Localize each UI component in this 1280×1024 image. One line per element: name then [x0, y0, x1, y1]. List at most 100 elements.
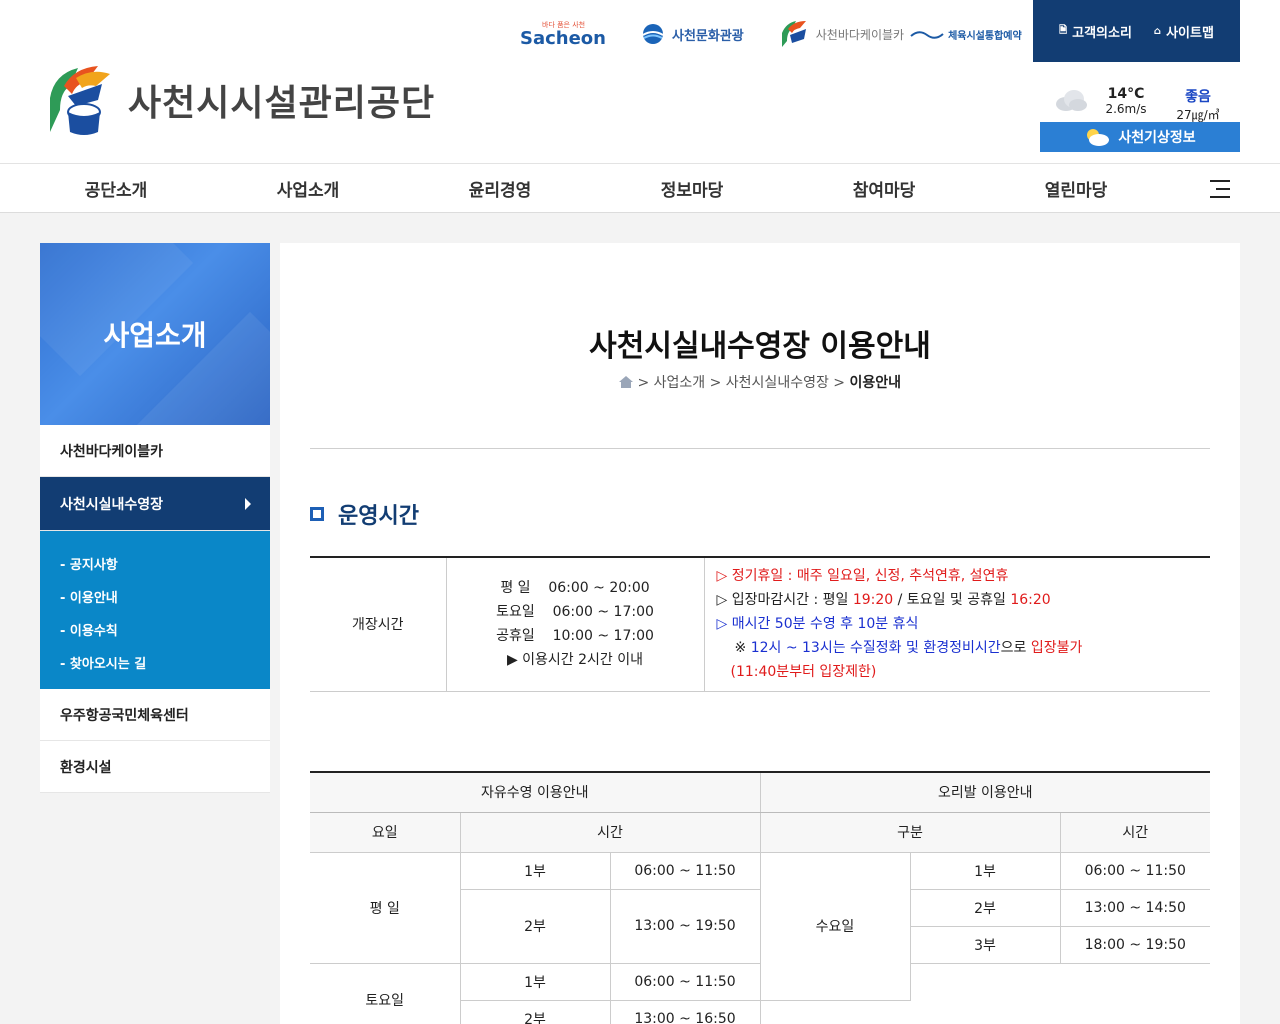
breadcrumb-pool[interactable]: 사천시실내수영장: [726, 375, 829, 391]
side-item-pool[interactable]: 사천시실내수영장: [40, 477, 270, 531]
cell-time: 13:00 ~ 14:50: [1060, 889, 1210, 927]
caret-right-icon: [245, 497, 251, 510]
note-text: ※: [734, 640, 751, 657]
gnb-item-info[interactable]: 정보마당: [596, 164, 788, 212]
home-icon[interactable]: [618, 376, 633, 388]
gnb-item-open[interactable]: 열린마당: [980, 164, 1172, 212]
main-navigation: 공단소개 사업소개 윤리경영 정보마당 참여마당 열린마당: [0, 163, 1280, 213]
family-link-sacheon[interactable]: 바다 품은 사천 Sacheon: [520, 20, 606, 49]
cell-part: 2부: [460, 889, 611, 964]
note-highlight: 입장불가: [1030, 640, 1083, 657]
document-icon: 🗎: [1059, 24, 1068, 36]
note-highlight: 매시간 50분 수영 후 10분 휴식: [731, 616, 919, 633]
side-nav-title: 사업소개: [40, 243, 270, 425]
breadcrumb-business[interactable]: 사업소개: [654, 375, 706, 391]
divider: [310, 448, 1210, 449]
utility-bar: 🗎 고객의소리 ⌂ 사이트맵: [1033, 0, 1240, 62]
note-entry-deadline: ▷ 입장마감시간 : 평일 19:20 / 토요일 및 공휴일 16:20: [717, 588, 1211, 612]
note-highlight: 19:20: [852, 592, 894, 609]
section-title: 운영시간: [310, 498, 419, 530]
menu-hamburger-icon[interactable]: [1210, 180, 1230, 198]
side-submenu: - 공지사항 - 이용안내 - 이용수칙 - 찾아오시는 길: [40, 531, 270, 689]
hours-row: 토요일 06:00 ~ 17:00: [447, 600, 704, 624]
hours-day: 평 일: [500, 580, 531, 597]
col-type: 구분: [760, 812, 1061, 853]
cell-empty: [910, 963, 1210, 1000]
site-logo[interactable]: 사천시시설관리공단: [40, 62, 435, 138]
cell-time: 18:00 ~ 19:50: [1060, 926, 1210, 964]
family-link-cablecar[interactable]: 사천바다케이블카 체육시설통합예약: [778, 19, 1022, 49]
sacheon-wordmark: Sacheon: [520, 27, 606, 49]
sitemap-label: 사이트맵: [1166, 25, 1214, 41]
air-quality-status: 좋음: [1185, 89, 1211, 105]
side-item-environment[interactable]: 환경시설: [40, 741, 270, 793]
side-item-label: 사천시실내수영장: [60, 496, 164, 513]
side-item-label: 우주항공국민체육센터: [60, 707, 189, 724]
hours-times: 평 일 06:00 ~ 20:00 토요일 06:00 ~ 17:00 공휴일 …: [446, 557, 705, 692]
hours-label: 개장시간: [310, 557, 447, 692]
breadcrumb-separator: >: [709, 375, 722, 391]
weather-temp: 14°C 2.6m/s: [1096, 86, 1156, 116]
hours-row: 공휴일 10:00 ~ 17:00: [447, 624, 704, 648]
col-day: 요일: [310, 812, 461, 853]
hours-notes: ▷ 정기휴일 : 매주 일요일, 신정, 추석연휴, 설연휴 ▷ 입장마감시간 …: [704, 557, 1211, 692]
cell-time: 13:00 ~ 16:50: [610, 1000, 761, 1024]
side-item-sports-center[interactable]: 우주항공국민체육센터: [40, 689, 270, 741]
air-quality: 좋음 27㎍/㎥: [1168, 86, 1228, 123]
note-text: ▷: [716, 616, 732, 633]
breadcrumb-separator: >: [833, 375, 846, 391]
gnb-item-business[interactable]: 사업소개: [212, 164, 404, 212]
customer-voice-link[interactable]: 🗎 고객의소리: [1059, 22, 1132, 41]
weather-info-button[interactable]: 사천기상정보: [1040, 122, 1240, 152]
col-time: 시간: [460, 812, 761, 853]
table-row: 개장시간 평 일 06:00 ~ 20:00 토요일 06:00 ~ 17:00…: [310, 557, 1211, 692]
cell-part: 1부: [460, 852, 611, 890]
weather-widget: 14°C 2.6m/s 좋음 27㎍/㎥: [1040, 84, 1240, 123]
fins-header: 오리발 이용안내: [760, 772, 1210, 813]
hours-day: 공휴일: [496, 628, 535, 645]
culture-tour-label: 사천문화관광: [671, 28, 744, 44]
hours-day: 토요일: [496, 604, 535, 621]
note-text: / 토요일 및 공휴일: [893, 592, 1011, 609]
cell-part: 1부: [460, 963, 611, 1001]
note-highlight: 12시 ~ 13시는 수질정화 및 환경정비시간: [750, 640, 1001, 657]
sitemap-link[interactable]: ⌂ 사이트맵: [1154, 22, 1214, 41]
note-break: ▷ 매시간 50분 수영 후 10분 휴식: [717, 612, 1211, 636]
square-bullet-icon: [310, 507, 324, 521]
schedule-table: 자유수영 이용안내 오리발 이용안내 요일 시간 구분 시간 평 일 1부 06…: [310, 771, 1210, 1024]
submenu-directions[interactable]: - 찾아오시는 길: [40, 646, 270, 679]
submenu-rules[interactable]: - 이용수칙: [40, 613, 270, 646]
sacheon-brand-logo: 바다 품은 사천 Sacheon: [520, 20, 606, 49]
breadcrumb: > 사업소개 > 사천시실내수영장 > 이용안내: [280, 372, 1240, 392]
culture-tour-icon: [642, 24, 664, 44]
gnb-item-ethics[interactable]: 윤리경영: [404, 164, 596, 212]
wave-icon: [910, 31, 944, 39]
usage-limit: ▶ 이용시간 2시간 이내: [506, 652, 644, 669]
cell-wednesday: 수요일: [760, 852, 911, 1001]
submenu-notice[interactable]: - 공지사항: [40, 547, 270, 580]
weather-info-label: 사천기상정보: [1118, 130, 1196, 146]
table-row: 자유수영 이용안내 오리발 이용안내: [310, 772, 1210, 813]
submenu-guide[interactable]: - 이용안내: [40, 580, 270, 613]
hours-time: 06:00 ~ 17:00: [552, 604, 654, 621]
free-swim-header: 자유수영 이용안내: [310, 772, 761, 813]
cell-time: 13:00 ~ 19:50: [610, 889, 761, 964]
hours-time: 06:00 ~ 20:00: [548, 580, 650, 597]
cell-time: 06:00 ~ 11:50: [610, 852, 761, 890]
note-entry-limit: (11:40분부터 입장제한): [730, 664, 877, 681]
note-holidays: ▷ 정기휴일 : 매주 일요일, 신정, 추석연휴, 설연휴: [716, 568, 1009, 585]
gnb-item-participation[interactable]: 참여마당: [788, 164, 980, 212]
note-text: 으로: [1000, 640, 1031, 657]
sun-cloud-icon: [1087, 129, 1110, 146]
family-site-links: 바다 품은 사천 Sacheon 사천문화관광 사천바다케이블카 체육시설통합예…: [520, 14, 1056, 54]
wind-speed-value: 2.6m/s: [1105, 102, 1147, 116]
gnb-item-about[interactable]: 공단소개: [20, 164, 212, 212]
side-item-cablecar[interactable]: 사천바다케이블카: [40, 425, 270, 477]
customer-voice-label: 고객의소리: [1072, 25, 1132, 41]
side-item-label: 사천바다케이블카: [60, 443, 164, 460]
main-content: 사천시실내수영장 이용안내 > 사업소개 > 사천시실내수영장 > 이용안내 운…: [280, 243, 1240, 1024]
section-title-text: 운영시간: [338, 504, 419, 529]
family-link-culture[interactable]: 사천문화관광: [640, 23, 744, 45]
cell-empty: [760, 1000, 1210, 1024]
cloud-icon: [1056, 90, 1087, 111]
